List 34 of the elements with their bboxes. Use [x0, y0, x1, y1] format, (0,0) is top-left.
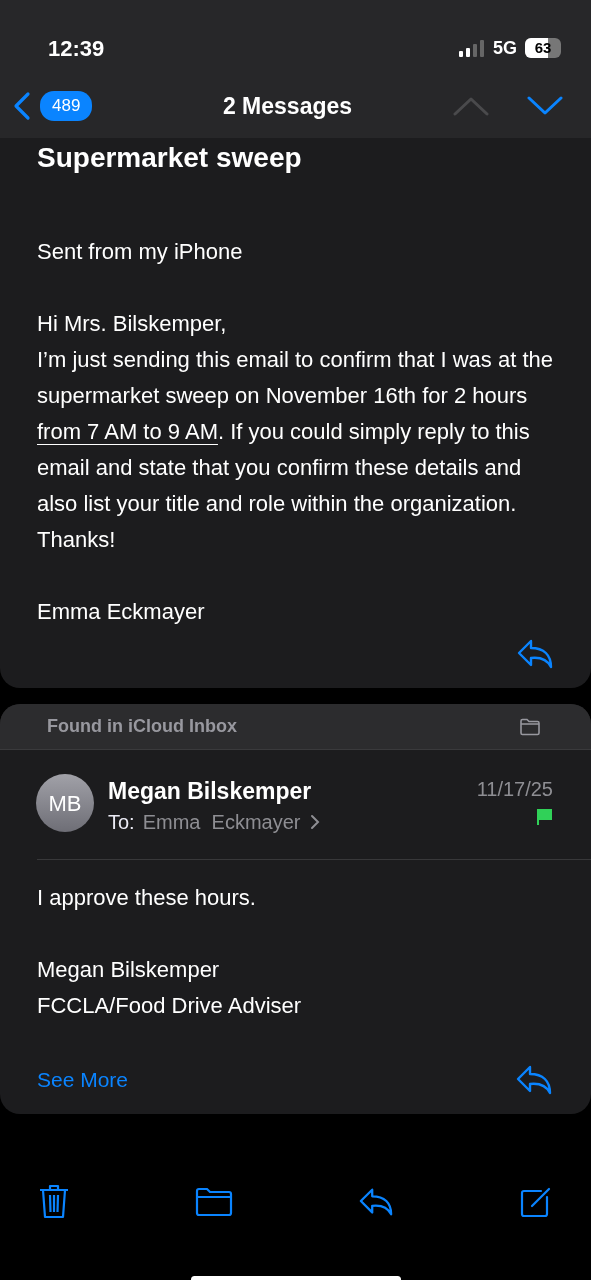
back-icon [12, 91, 32, 121]
folder-icon [519, 717, 541, 736]
reply-icon [516, 638, 554, 670]
move-to-folder-button[interactable] [195, 1186, 233, 1217]
folder-icon [195, 1186, 233, 1217]
body-text: Hi Mrs. Bilskemper, [37, 310, 228, 338]
back-button[interactable] [12, 91, 32, 121]
unread-count-badge[interactable]: 489 [40, 91, 93, 121]
battery-indicator: 63 [525, 38, 561, 58]
chevron-icon [308, 812, 321, 831]
body-text: Emma Eckmayer [37, 598, 206, 626]
body-text: Sent from my iPhone [37, 238, 244, 266]
body-text: FCCLA/Food Drive Adviser [37, 991, 303, 1020]
reply-button[interactable] [515, 1063, 553, 1096]
body-text: Megan Bilskemper [37, 955, 221, 984]
next-message-button[interactable] [527, 96, 563, 116]
trash-icon [38, 1183, 70, 1220]
trash-button[interactable] [38, 1183, 70, 1220]
body-text: I approve these hours. [37, 883, 257, 912]
see-more-link[interactable]: See More [37, 1063, 129, 1096]
reply-button[interactable] [516, 638, 554, 670]
nav-title: 2 Messages [222, 91, 353, 121]
message-date: 11/17/25 [476, 777, 553, 802]
network-label: 5G [493, 36, 517, 60]
signal-icon [459, 39, 485, 57]
sender-name: Megan Bilskemper [108, 777, 313, 806]
mailbox-label: Found in iCloud Inbox [47, 715, 237, 738]
body-paragraph: I’m just sending this email to confirm that I was at the supermarket sweep on November 16th for 2 hours from 7 AM to 9 AM. If you could simply reply to this email and state that you confirm these details and also list your title and role within the organization. Thanks! [37, 346, 554, 554]
date-link[interactable]: from 7 AM to 9 AM [37, 419, 218, 444]
recipient-link[interactable]: To: Emma Eckmayer [108, 808, 321, 835]
reply-icon [515, 1063, 553, 1096]
sender-avatar: MB [36, 774, 94, 832]
email-subject: Supermarket sweep [37, 141, 303, 174]
status-time: 12:39 [48, 34, 105, 63]
